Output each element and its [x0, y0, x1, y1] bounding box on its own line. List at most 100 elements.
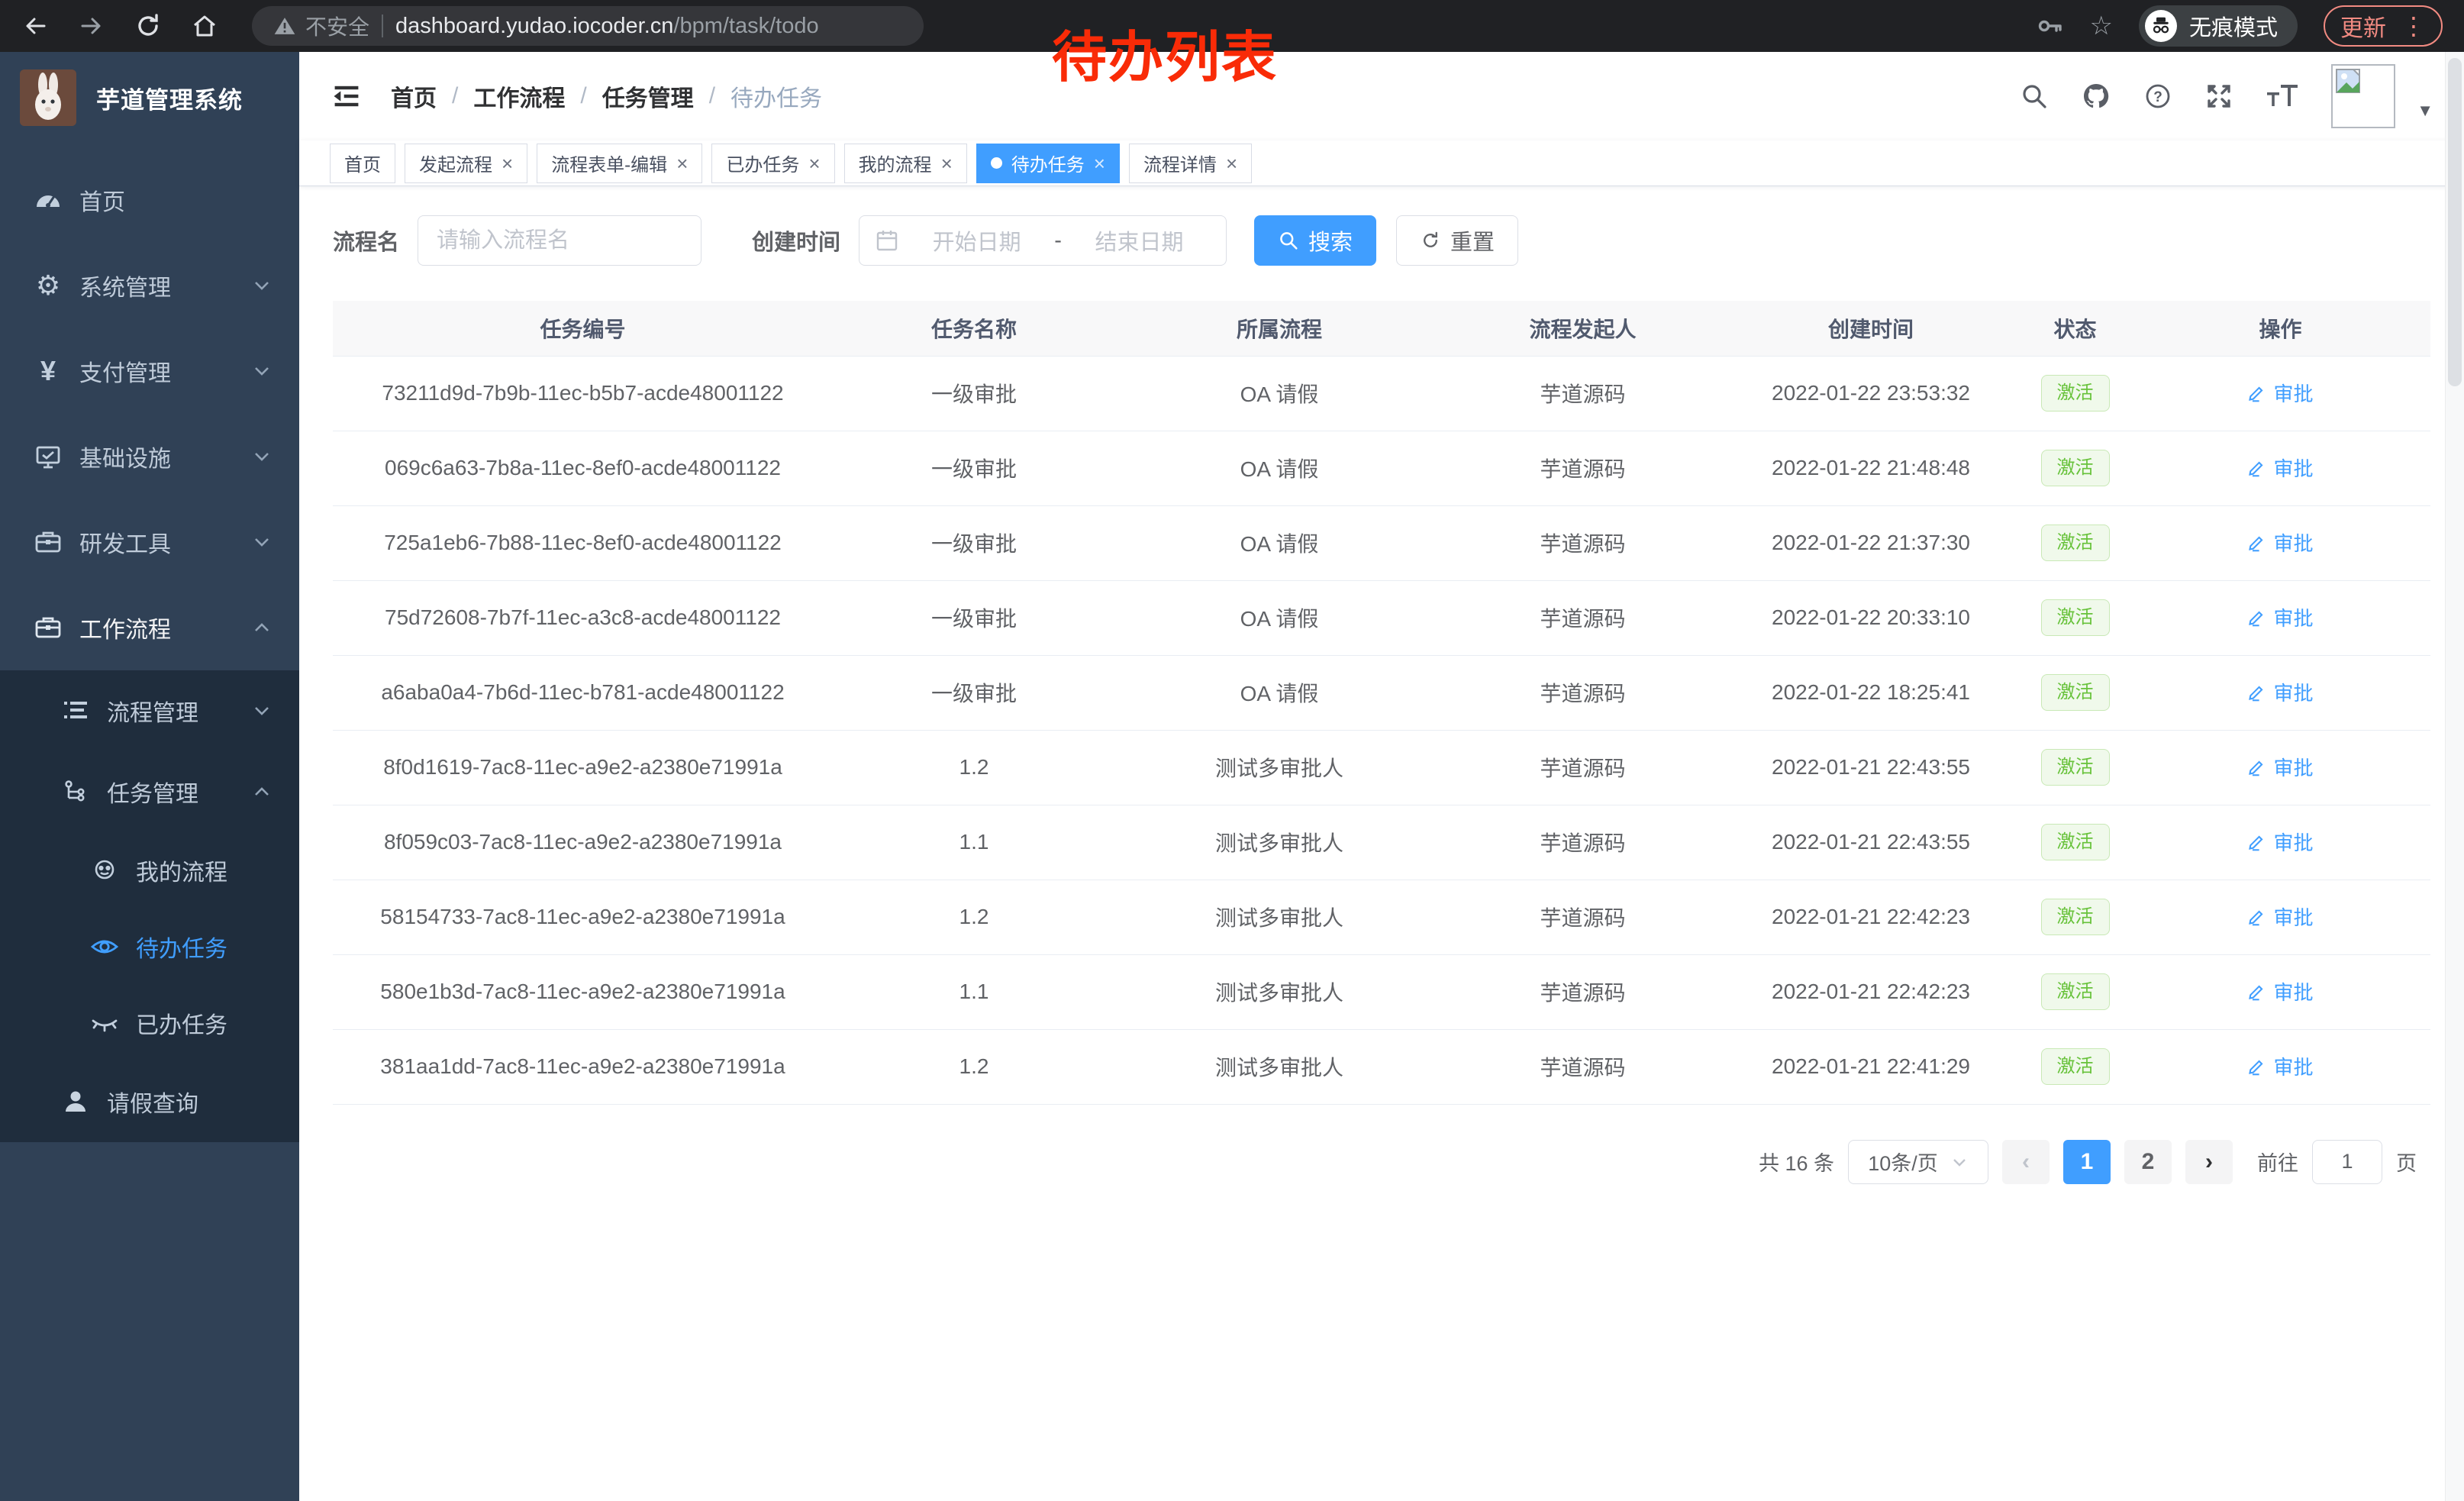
tab-done-tasks[interactable]: 已办任务×	[711, 144, 834, 183]
approve-button[interactable]: 审批	[2247, 828, 2313, 856]
scrollbar-thumb[interactable]	[2448, 58, 2462, 386]
close-icon[interactable]: ×	[1094, 153, 1105, 173]
dashboard-icon	[32, 186, 64, 215]
forward-icon[interactable]	[78, 12, 105, 40]
reset-button[interactable]: 重置	[1396, 215, 1518, 266]
caret-down-icon[interactable]: ▼	[2417, 101, 2433, 121]
actions-cell: 审批	[2130, 655, 2430, 730]
sidebar-collapse-icon[interactable]	[330, 79, 363, 113]
task-name-cell: 一级审批	[833, 655, 1115, 730]
close-icon[interactable]: ×	[808, 153, 820, 173]
search-icon[interactable]	[2020, 82, 2049, 111]
chevron-down-icon	[252, 276, 272, 295]
sidebar-item-home[interactable]: 首页	[0, 157, 299, 243]
sidebar-item-payment[interactable]: ¥ 支付管理	[0, 328, 299, 414]
status-badge: 激活	[2041, 749, 2110, 786]
search-button[interactable]: 搜索	[1254, 215, 1376, 266]
github-icon[interactable]	[2081, 81, 2111, 111]
edit-pen-icon	[2247, 682, 2267, 702]
sidebar-item-leave-query[interactable]: 请假查询	[0, 1061, 299, 1142]
range-separator: -	[1054, 228, 1062, 253]
font-size-icon[interactable]	[2266, 82, 2299, 111]
reload-icon[interactable]	[134, 12, 162, 40]
tab-start-process[interactable]: 发起流程×	[405, 144, 527, 183]
prev-page-button[interactable]: ‹	[2002, 1140, 2050, 1184]
sidebar-item-done-tasks[interactable]: 已办任务	[0, 985, 299, 1061]
close-icon[interactable]: ×	[502, 153, 513, 173]
task-id-cell: 8f059c03-7ac8-11ec-a9e2-a2380e71991a	[333, 805, 833, 880]
sidebar-item-workflow[interactable]: 工作流程	[0, 585, 299, 670]
incognito-icon	[2145, 10, 2177, 42]
app-title: 芋道管理系统	[96, 81, 243, 115]
next-page-button[interactable]: ›	[2185, 1140, 2233, 1184]
app-logo-row[interactable]: 芋道管理系统	[0, 52, 299, 144]
approve-button[interactable]: 审批	[2247, 454, 2313, 482]
sidebar-item-process-mgmt[interactable]: 流程管理	[0, 670, 299, 751]
page-size-select[interactable]: 10条/页	[1848, 1140, 1988, 1184]
tab-home[interactable]: 首页	[330, 144, 395, 183]
sidebar-item-my-process[interactable]: 我的流程	[0, 832, 299, 909]
status-cell: 激活	[2020, 655, 2130, 730]
briefcase-icon	[32, 528, 64, 557]
approve-button[interactable]: 审批	[2247, 678, 2313, 706]
sidebar-item-label: 已办任务	[136, 1006, 227, 1040]
breadcrumb-task-mgmt[interactable]: 任务管理	[602, 79, 694, 113]
sidebar-item-todo-tasks[interactable]: 待办任务	[0, 909, 299, 985]
table-row: a6aba0a4-7b6d-11ec-b781-acde48001122 一级审…	[333, 655, 2430, 730]
back-icon[interactable]	[21, 12, 49, 40]
approve-button[interactable]: 审批	[2247, 379, 2313, 407]
fullscreen-icon[interactable]	[2204, 82, 2233, 111]
tab-my-process[interactable]: 我的流程×	[844, 144, 967, 183]
sidebar-item-infra[interactable]: 基础设施	[0, 414, 299, 499]
sidebar-item-devtools[interactable]: 研发工具	[0, 499, 299, 585]
actions-cell: 审批	[2130, 580, 2430, 655]
approve-button[interactable]: 审批	[2247, 603, 2313, 631]
process-name-input[interactable]	[418, 215, 701, 266]
starter-cell: 芋道源码	[1443, 505, 1722, 580]
key-icon[interactable]	[2037, 12, 2064, 40]
page-scrollbar[interactable]	[2445, 52, 2464, 1501]
page-button-1[interactable]: 1	[2063, 1140, 2111, 1184]
create-time-cell: 2022-01-21 22:43:55	[1722, 805, 2020, 880]
breadcrumb-home[interactable]: 首页	[391, 79, 437, 113]
url-text: dashboard.yudao.iocoder.cn/bpm/task/todo	[395, 14, 819, 39]
tab-process-detail[interactable]: 流程详情×	[1129, 144, 1252, 183]
tab-todo-tasks[interactable]: 待办任务×	[976, 144, 1120, 183]
home-icon[interactable]	[191, 12, 218, 40]
actions-cell: 审批	[2130, 431, 2430, 505]
goto-page-input[interactable]	[2312, 1140, 2382, 1184]
sidebar-item-system[interactable]: ⚙ 系统管理	[0, 243, 299, 328]
approve-button[interactable]: 审批	[2247, 1052, 2313, 1080]
sidebar-item-task-mgmt[interactable]: 任务管理	[0, 751, 299, 832]
approve-button[interactable]: 审批	[2247, 977, 2313, 1006]
warning-icon	[273, 15, 296, 37]
eye-closed-icon	[89, 1009, 121, 1038]
actions-cell: 审批	[2130, 356, 2430, 431]
close-icon[interactable]: ×	[1226, 153, 1237, 173]
close-icon[interactable]: ×	[676, 153, 688, 173]
search-icon	[1278, 230, 1299, 251]
avatar[interactable]	[2331, 64, 2395, 128]
page-button-2[interactable]: 2	[2124, 1140, 2172, 1184]
tab-process-form-edit[interactable]: 流程表单-编辑×	[537, 144, 702, 183]
edit-pen-icon	[2247, 981, 2267, 1001]
status-cell: 激活	[2020, 730, 2130, 805]
pagination: 共 16 条 10条/页 ‹ 1 2 › 前往 页	[333, 1140, 2417, 1184]
browser-menu-icon[interactable]: ⋮	[2401, 14, 2426, 38]
table-row: 725a1eb6-7b88-11ec-8ef0-acde48001122 一级审…	[333, 505, 2430, 580]
help-icon[interactable]: ?	[2143, 82, 2172, 111]
approve-button[interactable]: 审批	[2247, 528, 2313, 557]
close-icon[interactable]: ×	[941, 153, 953, 173]
approve-button[interactable]: 审批	[2247, 902, 2313, 931]
url-bar[interactable]: 不安全 dashboard.yudao.iocoder.cn/bpm/task/…	[252, 6, 924, 46]
security-warning[interactable]: 不安全	[273, 11, 369, 41]
status-badge: 激活	[2041, 599, 2110, 637]
actions-cell: 审批	[2130, 880, 2430, 954]
approve-button[interactable]: 审批	[2247, 753, 2313, 781]
date-range-picker[interactable]: 开始日期 - 结束日期	[859, 215, 1227, 266]
table-row: 73211d9d-7b9b-11ec-b5b7-acde48001122 一级审…	[333, 356, 2430, 431]
refresh-icon	[1420, 230, 1441, 251]
browser-update-button[interactable]: 更新 ⋮	[2324, 5, 2443, 47]
breadcrumb-workflow[interactable]: 工作流程	[473, 79, 565, 113]
bookmark-star-icon[interactable]: ☆	[2090, 13, 2113, 39]
